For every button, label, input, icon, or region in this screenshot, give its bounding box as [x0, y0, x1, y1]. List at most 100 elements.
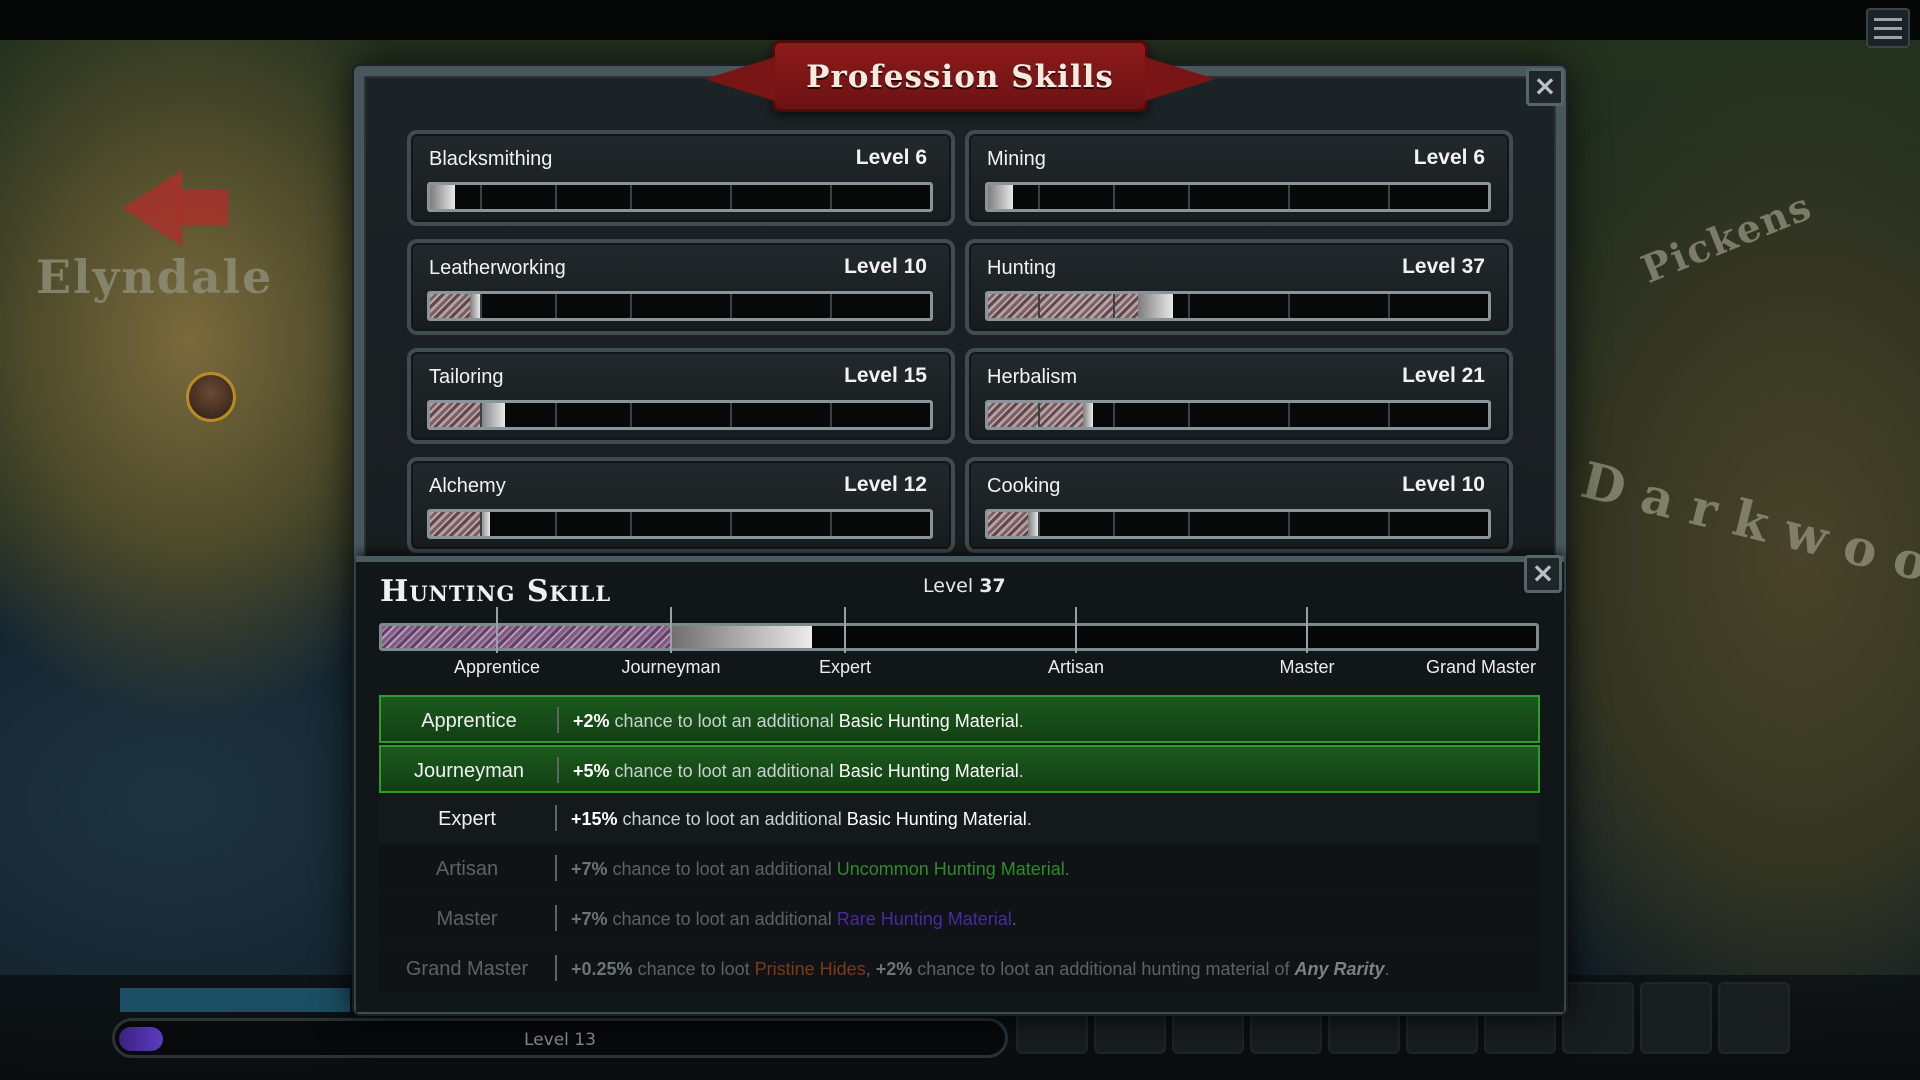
tier-label-journeyman: Journeyman [621, 657, 721, 677]
perk-description: +7% chance to loot an additional Uncommo… [571, 859, 1070, 880]
perk-tier-label: Journeyman [413, 760, 525, 782]
skill-bar-divider [630, 512, 632, 536]
skill-progress-fill [430, 185, 455, 209]
perk-material: Rare Hunting Material [836, 909, 1012, 929]
skill-bar-divider [1038, 294, 1040, 318]
perk-value: +5% [573, 761, 610, 781]
skill-bar-divider [1288, 185, 1290, 209]
skill-card-herbalism[interactable]: Herbalism Level 21 [965, 348, 1513, 444]
skill-name: Alchemy [429, 475, 506, 497]
hud-slot[interactable] [1562, 982, 1634, 1054]
perk-row-apprentice: Apprentice +2% chance to loot an addition… [379, 695, 1540, 743]
skill-name: Herbalism [987, 366, 1078, 388]
perk-value: +2% [573, 711, 610, 731]
perk-material2: Any Rarity [1294, 959, 1385, 979]
skill-fill-texture [430, 512, 480, 536]
perk-tier-label: Master [436, 908, 498, 930]
skill-level: Level 15 [844, 364, 927, 387]
perk-description: +0.25% chance to loot Pristine Hides, +2… [571, 959, 1390, 980]
hud-slot[interactable] [1640, 982, 1712, 1054]
perk-material: Basic Hunting Material [838, 761, 1019, 781]
menu-icon[interactable] [1866, 8, 1910, 48]
skill-name: Leatherworking [429, 257, 566, 279]
close-icon[interactable]: × [1526, 68, 1564, 106]
skill-level: Level 6 [1413, 146, 1485, 169]
perk-row-journeyman: Journeyman +5% chance to loot an addition… [379, 745, 1540, 793]
skill-bar-divider [730, 512, 732, 536]
skill-bar-divider [1288, 294, 1290, 318]
detail-level-prefix: Level [923, 575, 974, 597]
perk-value: +15% [571, 809, 618, 829]
perk-text: chance to loot an additional [607, 909, 837, 929]
tier-tick [670, 607, 672, 653]
map-marker-icon[interactable] [186, 372, 236, 422]
skill-bar-divider [1188, 185, 1190, 209]
skill-bar-divider [730, 185, 732, 209]
skill-card-tailoring[interactable]: Tailoring Level 15 [407, 348, 955, 444]
skill-level: Level 10 [1402, 473, 1485, 496]
perk-tier-label: Artisan [435, 858, 499, 880]
skill-card-mining[interactable]: Mining Level 6 [965, 130, 1513, 226]
skill-bar-divider [555, 294, 557, 318]
perk-text: chance to loot [632, 959, 755, 979]
perk-value2: +2% [875, 959, 913, 979]
perk-description: +15% chance to loot an additional Basic … [571, 809, 1032, 830]
title-banner: Profession Skills [705, 40, 1215, 112]
perk-material: Basic Hunting Material [838, 711, 1019, 731]
map-label-pickens: Pickens [1635, 182, 1819, 292]
skill-bar-divider [1388, 185, 1390, 209]
perk-material: Basic Hunting Material [846, 809, 1027, 829]
perk-end: . [1064, 859, 1070, 879]
skill-bar-divider [1188, 294, 1190, 318]
skill-bar-divider [1113, 512, 1115, 536]
perk-end: . [1384, 959, 1390, 979]
perk-row-master: Master +7% chance to loot an additional R… [379, 895, 1540, 943]
skill-fill-texture [430, 294, 470, 318]
skill-bar-divider [830, 512, 832, 536]
perk-row-expert: Expert +15% chance to loot an additional … [379, 795, 1540, 843]
skill-card-alchemy[interactable]: Alchemy Level 12 [407, 457, 955, 553]
skill-bar-divider [1388, 512, 1390, 536]
tier-progress-fill [382, 626, 672, 648]
map-label-elyndale: Elyndale [36, 250, 274, 304]
skill-card-leatherworking[interactable]: Leatherworking Level 10 [407, 239, 955, 335]
skill-fill-current [1083, 403, 1093, 427]
perk-end: . [1026, 809, 1032, 829]
skill-fill-current [988, 185, 1013, 209]
skill-bar-divider [1113, 185, 1115, 209]
perk-end: . [1018, 761, 1024, 781]
tier-tick [844, 607, 846, 653]
skill-progress-fill [430, 294, 480, 318]
perk-value: +7% [571, 859, 608, 879]
skill-progress-fill [988, 185, 1013, 209]
tier-tick [1306, 607, 1308, 653]
perk-separator [557, 707, 559, 733]
close-icon[interactable]: × [1524, 555, 1562, 593]
hud-slot[interactable] [1718, 982, 1790, 1054]
skill-card-blacksmithing[interactable]: Blacksmithing Level 6 [407, 130, 955, 226]
map-arrow-icon[interactable] [122, 170, 182, 246]
detail-title: Hunting Skill [380, 574, 612, 609]
perk-text: chance to loot an additional [617, 809, 847, 829]
tier-progress-bar [379, 623, 1539, 651]
skill-bar-divider [480, 294, 482, 318]
perk-mid: , [865, 959, 876, 979]
skill-bar-divider [1113, 294, 1115, 318]
skill-progress-bar [985, 509, 1491, 539]
tier-label-expert: Expert [818, 657, 872, 677]
skill-card-hunting[interactable]: Hunting Level 37 [965, 239, 1513, 335]
perk-separator [557, 757, 559, 783]
skill-card-cooking[interactable]: Cooking Level 10 [965, 457, 1513, 553]
skill-level: Level 6 [855, 146, 927, 169]
perk-end: . [1018, 711, 1024, 731]
skill-fill-current [1028, 512, 1038, 536]
perk-material: Pristine Hides [754, 959, 866, 979]
skill-bar-divider [630, 403, 632, 427]
perk-separator [555, 955, 557, 981]
perk-description: +7% chance to loot an additional Rare Hu… [571, 909, 1017, 930]
skill-bar-divider [480, 185, 482, 209]
skill-fill-current [430, 185, 455, 209]
skill-bar-divider [555, 185, 557, 209]
skill-progress-bar [427, 182, 933, 212]
skill-bar-divider [830, 294, 832, 318]
